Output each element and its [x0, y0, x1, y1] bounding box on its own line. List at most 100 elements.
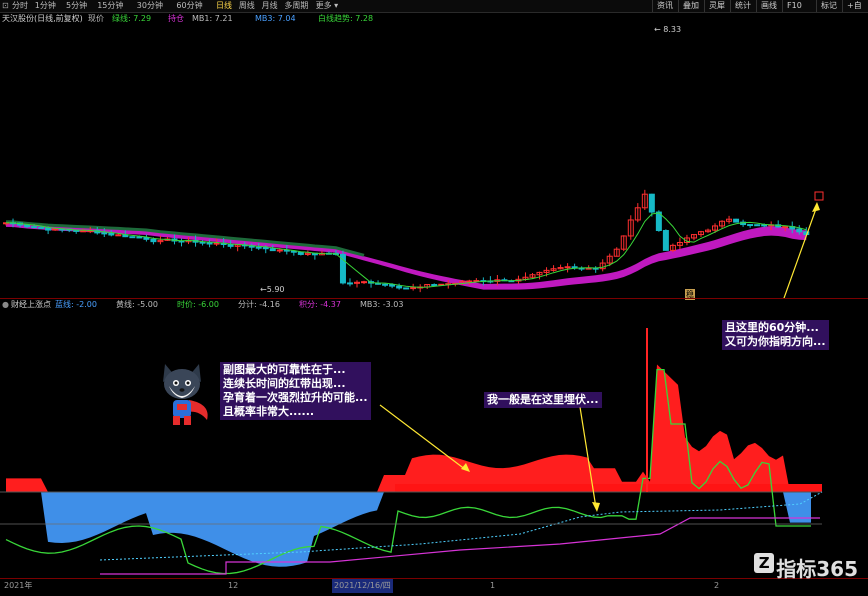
- right-annotation: 且这里的60分钟... 又可为你指明方向...: [722, 320, 829, 350]
- stock-name[interactable]: 天汉股份(日线,前复权): [2, 13, 83, 25]
- candle-body: [31, 226, 38, 229]
- legend-item: 黄线: -5.00: [116, 300, 158, 309]
- candle-body: [564, 266, 571, 269]
- candle-body: [648, 193, 655, 213]
- legend-item: 持仓: [168, 14, 184, 23]
- period-tab[interactable]: 更多 ▾: [316, 0, 339, 12]
- toolbar-button[interactable]: 资讯: [652, 0, 677, 12]
- ma-band: [6, 222, 807, 290]
- period-tab[interactable]: 多周期: [284, 0, 308, 12]
- toolbar-button[interactable]: +自: [842, 0, 866, 12]
- cursor-date-badge: 2021/12/16/四: [332, 579, 393, 593]
- candle-body: [136, 236, 143, 239]
- annotation-line: 且概率非常大......: [223, 405, 315, 418]
- candle-body: [269, 248, 276, 252]
- main-chart-header: 天汉股份(日线,前复权) 现价 绿线: 7.29 持仓 MB1: 7.21 MB3: 7…: [0, 13, 868, 25]
- sub-chart-header: ● 财经上涨点 蓝线: -2.00 黄线: -5.00 时价: -6.00 分计: -…: [0, 299, 868, 311]
- annotation-line: 副图最大的可靠性在于...: [223, 363, 346, 376]
- period-toolbar: ⊡ 分时 1分钟 5分钟 15分钟 30分钟 60分钟 日线 周线 月线 多周期 更多 ▾ +自 标记…: [0, 0, 868, 13]
- indicator-name[interactable]: 财经上涨点: [11, 299, 51, 311]
- watermark-text: 指标365: [776, 557, 858, 581]
- candle-body: [396, 285, 403, 289]
- legend-item: 蓝线: -2.00: [55, 300, 97, 309]
- legend-item: MB1: 7.21: [192, 14, 233, 23]
- candle-body: [129, 236, 136, 239]
- toolbar-button[interactable]: F10: [782, 0, 806, 12]
- date-label: 1: [490, 581, 496, 590]
- candle-body: [761, 224, 768, 227]
- annotation-arrowhead: [812, 202, 820, 212]
- negative-area: [6, 492, 811, 567]
- annotation-line: 且这里的60分钟...: [725, 321, 819, 334]
- candle-body: [796, 228, 803, 233]
- candle-body: [45, 227, 52, 231]
- period-tab[interactable]: 60分钟: [176, 0, 202, 12]
- candle-body: [108, 232, 115, 236]
- annotation-line: 孕育着一次强烈拉升的可能...: [223, 391, 368, 404]
- period-tab[interactable]: 分时: [12, 0, 28, 12]
- window-icon[interactable]: ⊡: [2, 0, 9, 12]
- candle-body: [466, 280, 473, 283]
- candle-body: [382, 283, 389, 286]
- candle-body: [410, 287, 417, 290]
- indicator-chart[interactable]: [0, 312, 868, 578]
- candle-body: [361, 281, 368, 284]
- candle-body: [38, 226, 45, 229]
- annotation-arrow: [783, 205, 818, 298]
- toolbar-button[interactable]: 统计: [730, 0, 755, 12]
- red-band: [395, 484, 822, 492]
- candle-body: [297, 251, 304, 255]
- husky-mascot-icon: [163, 364, 208, 425]
- price-chart[interactable]: ← 8.33 ←5.90: [0, 26, 868, 298]
- period-tab[interactable]: 日线: [216, 0, 232, 12]
- candle-body: [747, 224, 754, 227]
- date-label: 2021年: [4, 581, 33, 590]
- candle-body: [262, 247, 269, 250]
- legend-item: 积分: -4.37: [299, 300, 341, 309]
- watermark-logo: Z 指标365: [754, 553, 858, 582]
- annotation-arrowhead: [592, 502, 600, 512]
- high-price-label: ← 8.33: [654, 26, 681, 34]
- candle-body: [733, 218, 740, 223]
- toolbar-button[interactable]: 画线: [756, 0, 781, 12]
- date-axis[interactable]: 2021年 12 2021/12/16/四 1 2: [0, 578, 868, 596]
- spike-bar: [646, 328, 648, 492]
- toolbar-button[interactable]: 叠加: [678, 0, 703, 12]
- legend-item: MB3: -3.03: [360, 300, 404, 309]
- annotation-line: 又可为你指明方向...: [725, 335, 826, 348]
- legend-item: 绿线: 7.29: [112, 14, 152, 23]
- period-tab[interactable]: 月线: [262, 0, 278, 12]
- candle-body: [255, 246, 262, 249]
- candle-body: [206, 242, 213, 245]
- period-tab[interactable]: 30分钟: [137, 0, 163, 12]
- annotation-line: 连续长时间的红带出现...: [223, 377, 346, 390]
- logo-icon: Z: [754, 553, 775, 573]
- period-tab[interactable]: 1分钟: [35, 0, 56, 12]
- candle-body: [403, 287, 410, 290]
- candle-body: [346, 282, 353, 285]
- legend-item: 现价: [88, 14, 104, 23]
- left-annotation: 副图最大的可靠性在于... 连续长时间的红带出现... 孕育着一次强烈拉升的可能…: [220, 362, 371, 420]
- candle-body: [754, 224, 761, 227]
- indicator-dot-icon: ●: [2, 300, 9, 309]
- legend-item: 时价: -6.00: [177, 300, 219, 309]
- toolbar-button[interactable]: 灵犀: [704, 0, 729, 12]
- legend-item: 白线趋势: 7.28: [318, 14, 374, 23]
- date-label: 12: [228, 581, 239, 590]
- period-tab[interactable]: 5分钟: [66, 0, 87, 12]
- last-candle-marker: [814, 191, 824, 201]
- candle-body: [662, 230, 669, 251]
- candle-body: [782, 226, 789, 229]
- candle-body: [115, 234, 122, 237]
- legend-item: MB3: 7.04: [255, 14, 296, 23]
- candle-body: [213, 242, 220, 245]
- candle-body: [276, 249, 283, 252]
- period-tab[interactable]: 15分钟: [97, 0, 123, 12]
- middle-annotation: 我一般是在这里埋伏...: [484, 392, 602, 408]
- date-label: 2: [714, 581, 720, 590]
- period-tab[interactable]: 周线: [239, 0, 255, 12]
- candle-body: [227, 244, 234, 247]
- candle-body: [150, 238, 157, 243]
- toolbar-button[interactable]: 标记: [816, 0, 841, 12]
- candle-body: [80, 230, 87, 233]
